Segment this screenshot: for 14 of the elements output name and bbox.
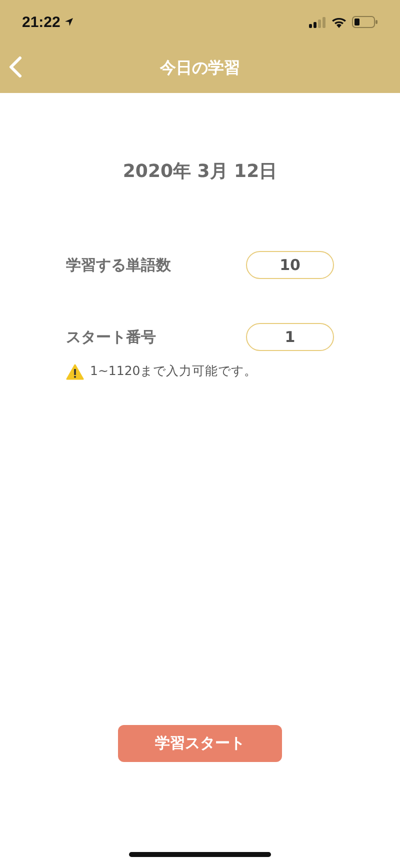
warning-icon — [66, 364, 84, 380]
status-time: 21:22 — [22, 14, 60, 30]
input-field[interactable]: 10 — [246, 251, 334, 279]
battery-icon — [352, 16, 378, 28]
screen-title: 今日の学習 — [158, 58, 241, 79]
wifi-icon — [331, 16, 347, 28]
input-field[interactable]: 1 — [246, 323, 334, 351]
location-arrow-icon — [64, 17, 74, 27]
back-icon — [8, 56, 22, 78]
signal-icon — [309, 16, 326, 28]
field-label: スタート番号 — [66, 328, 156, 346]
input-range-note: 1~1120まで入力可能です。 — [90, 363, 258, 380]
date-heading: 2020年 3月 12日 — [122, 160, 278, 183]
field-label: 学習する単語数 — [66, 256, 171, 274]
